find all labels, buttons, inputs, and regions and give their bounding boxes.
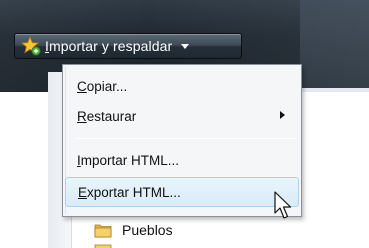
menu-separator bbox=[75, 138, 297, 139]
import-backup-menu: Copiar... Restaurar Importar HTML... Exp… bbox=[62, 64, 302, 217]
folder-icon bbox=[94, 244, 112, 248]
content-top-border bbox=[300, 88, 369, 92]
menu-item-label: Copiar... bbox=[77, 78, 128, 94]
tree-item-folder[interactable]: Pueblos bbox=[94, 219, 173, 241]
dropdown-caret-icon bbox=[181, 43, 190, 49]
submenu-arrow-icon bbox=[280, 111, 285, 119]
menu-item-label: Exportar HTML... bbox=[78, 184, 181, 200]
menu-item-label: Importar HTML... bbox=[77, 152, 180, 168]
tree-item-label: Pueblos bbox=[122, 222, 173, 238]
menu-item-import-html[interactable]: Importar HTML... bbox=[65, 147, 299, 173]
mouse-cursor-icon bbox=[274, 191, 292, 219]
star-plus-icon bbox=[21, 36, 41, 56]
menu-item-label: Restaurar bbox=[77, 108, 137, 124]
menu-item-export-html[interactable]: Exportar HTML... bbox=[65, 177, 299, 207]
menu-item-restore[interactable]: Restaurar bbox=[65, 103, 299, 129]
import-backup-menu-button[interactable]: Importar y respaldar bbox=[14, 33, 242, 59]
folder-icon bbox=[94, 224, 112, 238]
menu-item-copy[interactable]: Copiar... bbox=[65, 73, 299, 99]
import-backup-label: Importar y respaldar bbox=[45, 38, 173, 54]
